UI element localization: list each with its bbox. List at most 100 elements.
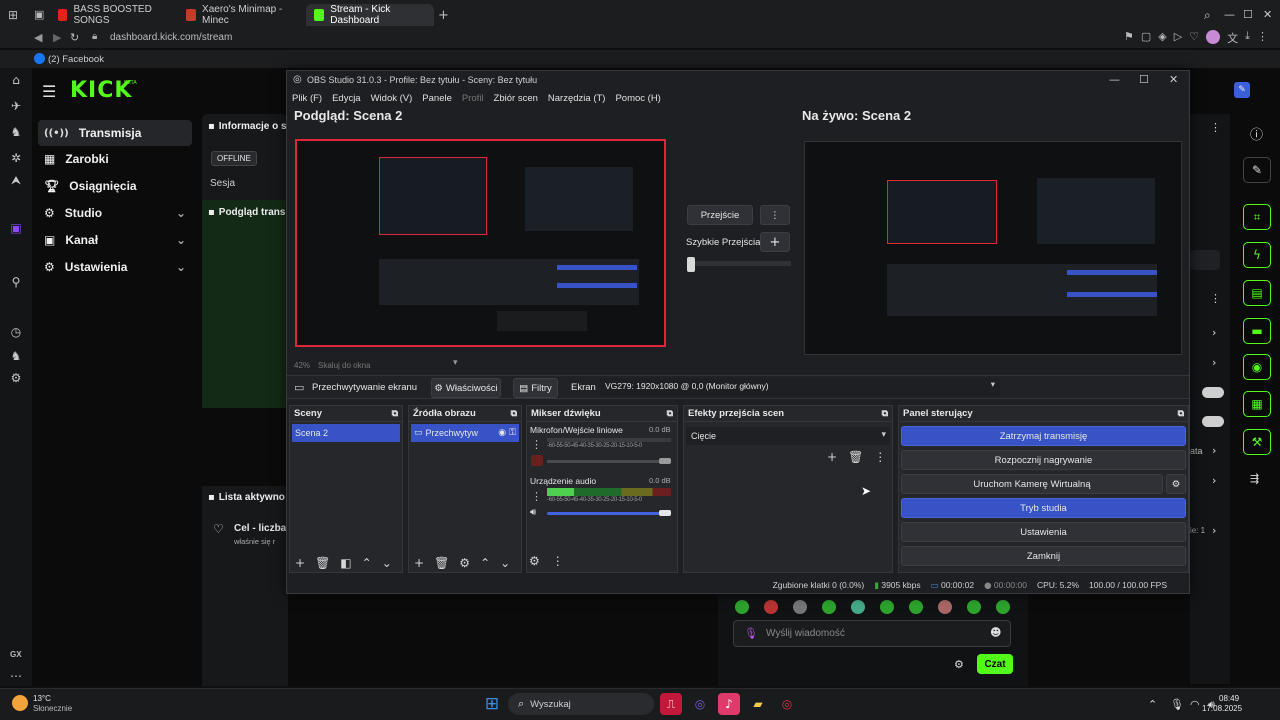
properties-button[interactable]: ⚙ Właściwości <box>431 378 501 398</box>
toggle-switch[interactable] <box>1202 416 1224 427</box>
info-icon[interactable]: ⓘ <box>1250 124 1263 143</box>
input-stub[interactable] <box>1190 250 1220 270</box>
snapshot-icon[interactable]: ▢ <box>1141 30 1151 46</box>
volume-knob[interactable] <box>659 458 671 464</box>
minimize-icon[interactable]: — <box>1224 8 1235 21</box>
avatar[interactable] <box>1206 30 1221 44</box>
maximize-icon[interactable]: ☐ <box>1243 8 1253 21</box>
url-field[interactable]: dashboard.kick.com/stream <box>110 32 232 43</box>
menu-view[interactable]: Widok (V) <box>371 93 413 104</box>
emote-icon[interactable] <box>880 600 894 614</box>
shield-icon[interactable]: ◈ <box>1158 30 1166 46</box>
emote-icon[interactable] <box>793 600 807 614</box>
nav-transmisja[interactable]: ((•)) Transmisja <box>38 120 192 146</box>
volume-knob[interactable] <box>659 510 671 516</box>
sun-icon[interactable] <box>12 695 28 711</box>
studio-mode-button[interactable]: Tryb studia <box>901 498 1186 518</box>
twitch-icon[interactable]: ▣ <box>8 220 24 236</box>
extension-icon[interactable]: ✎ <box>1234 82 1250 98</box>
gear-icon[interactable]: ⚙ <box>529 554 540 568</box>
transition-slider[interactable] <box>687 261 791 266</box>
gear-icon[interactable]: ⚙ <box>954 658 964 671</box>
nav-kanal[interactable]: ▣ Kanał ⌄ <box>38 227 192 253</box>
source-item[interactable]: ▭ Przechwytyw ◉ ⚿ <box>411 424 519 442</box>
search-icon[interactable]: ⌕ <box>1204 8 1211 23</box>
clock-icon[interactable]: ◷ <box>8 324 24 340</box>
mute-icon[interactable] <box>531 455 543 466</box>
virtual-camera-settings-icon[interactable]: ⚙ <box>1166 474 1186 494</box>
chat-send-button[interactable]: Czat <box>977 654 1013 674</box>
obs-taskbar-icon[interactable]: ◎ <box>689 693 711 715</box>
tab-kick-dashboard[interactable]: Stream - Kick Dashboard <box>306 4 434 26</box>
trash-icon[interactable]: 🗑︎ <box>848 450 863 464</box>
scale-dropdown[interactable]: Skaluj do okna <box>318 361 370 370</box>
add-icon[interactable]: + <box>295 556 305 570</box>
volume-slider[interactable] <box>547 460 671 463</box>
new-tab-icon[interactable]: + <box>438 8 449 23</box>
nav-studio[interactable]: ⚙ Studio ⌄ <box>38 200 192 226</box>
undock-icon[interactable]: ⧉ <box>1178 409 1184 419</box>
browser-menu-icon[interactable]: ⊞ <box>8 8 18 22</box>
menu-tools[interactable]: Narzędzia (T) <box>548 93 606 104</box>
transition-button[interactable]: Przejście <box>687 205 753 225</box>
gear-icon[interactable]: ⚙ <box>459 556 470 570</box>
emote-icon[interactable] <box>822 600 836 614</box>
opera-gx-icon[interactable]: ◎ <box>776 693 798 715</box>
menu-profile[interactable]: Profil <box>462 93 484 104</box>
minimize-icon[interactable]: — <box>1109 73 1120 86</box>
emoji-icon[interactable]: ☻ <box>990 626 1001 639</box>
tab-xaero-minimap[interactable]: Xaero's Minimap - Minec <box>178 4 302 26</box>
transition-select[interactable]: Cięcie ▾ <box>686 427 890 445</box>
speaker-icon[interactable]: 🔊︎ <box>530 507 536 518</box>
emote-icon[interactable] <box>735 600 749 614</box>
more-icon[interactable]: ⋮ <box>874 450 886 464</box>
document-icon[interactable]: ▤ <box>1243 280 1271 306</box>
close-icon[interactable]: ✕ <box>1169 73 1178 86</box>
windows-start-icon[interactable]: ⊞ <box>481 693 503 715</box>
lock-icon[interactable]: ⚿ <box>509 428 516 438</box>
file-explorer-icon[interactable]: ▰ <box>747 693 769 715</box>
emote-icon[interactable] <box>996 600 1010 614</box>
compass-icon[interactable]: ✈ <box>8 98 24 114</box>
music-app-icon[interactable]: ♪ <box>718 693 740 715</box>
toggle-switch[interactable] <box>1202 387 1224 398</box>
mascot-icon[interactable]: ♞ <box>8 348 24 364</box>
tab-manager-icon[interactable]: ▣ <box>34 8 44 21</box>
stop-stream-button[interactable]: Zatrzymaj transmisję <box>901 426 1186 446</box>
play-icon[interactable]: ▷ <box>1174 30 1182 46</box>
translate-icon[interactable]: 文 <box>1227 30 1238 46</box>
nav-zarobki[interactable]: ▦ Zarobki <box>38 146 192 172</box>
menu-docks[interactable]: Panele <box>422 93 452 104</box>
start-virtual-camera-button[interactable]: Uruchom Kamerę Wirtualną <box>901 474 1163 494</box>
close-icon[interactable]: ✕ <box>1263 8 1272 21</box>
chevron-right-icon[interactable]: › <box>1212 524 1216 537</box>
more-icon[interactable]: ⋮ <box>531 438 542 451</box>
scene-item[interactable]: Scena 2 <box>292 424 400 442</box>
emote-icon[interactable] <box>909 600 923 614</box>
start-recording-button[interactable]: Rozpocznij nagrywanie <box>901 450 1186 470</box>
trash-icon[interactable]: 🗑︎ <box>434 556 449 570</box>
transition-slider-handle[interactable] <box>687 257 695 272</box>
chevron-up-icon[interactable]: ⌃ <box>1148 698 1157 711</box>
eye-icon[interactable]: ◉ <box>498 428 506 438</box>
trash-icon[interactable]: 🗑︎ <box>315 556 330 570</box>
emote-icon[interactable] <box>938 600 952 614</box>
add-icon[interactable]: + <box>827 450 837 464</box>
lightning-icon[interactable]: ϟ <box>1243 242 1271 268</box>
emote-icon[interactable] <box>851 600 865 614</box>
app-icon[interactable]: ⎍ <box>660 693 682 715</box>
nav-osiagniecia[interactable]: 🏆︎ Osiągnięcia <box>38 173 192 199</box>
back-icon[interactable]: ◀ <box>34 31 42 44</box>
wifi-icon[interactable]: ◠ <box>1190 698 1200 711</box>
add-icon[interactable]: + <box>414 556 424 570</box>
menu-edit[interactable]: Edycja <box>332 93 361 104</box>
emote-icon[interactable] <box>967 600 981 614</box>
screen-select[interactable]: VG279: 1920x1080 @ 0,0 (Monitor główny) … <box>600 378 1000 396</box>
reload-icon[interactable]: ↻ <box>70 31 79 44</box>
star-icon[interactable]: ✲ <box>8 150 24 166</box>
undock-icon[interactable]: ⧉ <box>882 409 888 419</box>
heart-icon[interactable]: ♡ <box>1189 30 1199 46</box>
gear-icon[interactable]: ⚙ <box>8 370 24 386</box>
undock-icon[interactable]: ⧉ <box>511 409 517 419</box>
more-icon[interactable]: ⋮ <box>531 490 542 503</box>
